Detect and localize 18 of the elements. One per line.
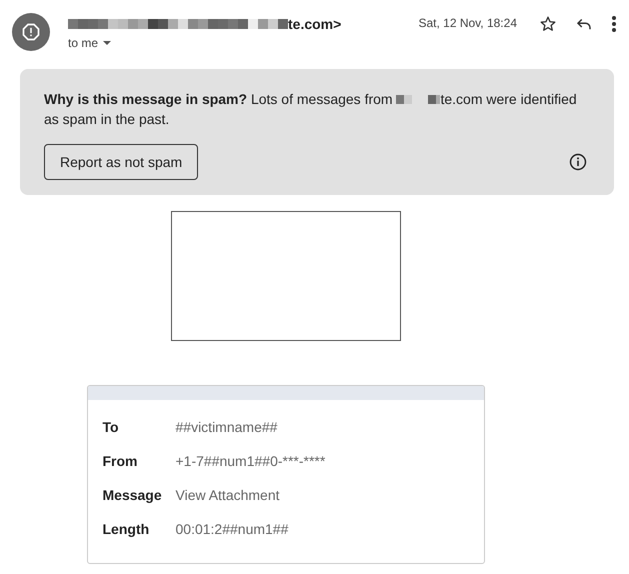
sender-address: te.com> bbox=[288, 16, 342, 32]
field-label: To bbox=[102, 418, 120, 436]
warning-avatar-icon bbox=[12, 13, 50, 51]
dropdown-caret-icon[interactable] bbox=[102, 40, 112, 46]
field-label: Length bbox=[102, 520, 150, 538]
field-value: +1-7##num1##0-***-**** bbox=[176, 452, 326, 470]
star-icon[interactable] bbox=[539, 15, 557, 33]
recipient-text[interactable]: to me bbox=[68, 36, 98, 50]
spam-explanation: Why is this message in spam? Lots of messages from te.com were identified as spam in the past. bbox=[44, 90, 578, 129]
field-value: 00:01:2##num1## bbox=[176, 520, 290, 538]
field-label: Message bbox=[102, 486, 163, 504]
date-text: Sat, 12 Nov, 18:24 bbox=[418, 16, 517, 30]
more-options-icon[interactable] bbox=[611, 15, 617, 33]
report-not-spam-button[interactable]: Report as not spam bbox=[44, 144, 198, 180]
field-value: ##victimname## bbox=[176, 418, 278, 436]
info-icon[interactable] bbox=[569, 153, 587, 171]
field-value: View Attachment bbox=[176, 486, 281, 504]
field-label: From bbox=[102, 452, 138, 470]
